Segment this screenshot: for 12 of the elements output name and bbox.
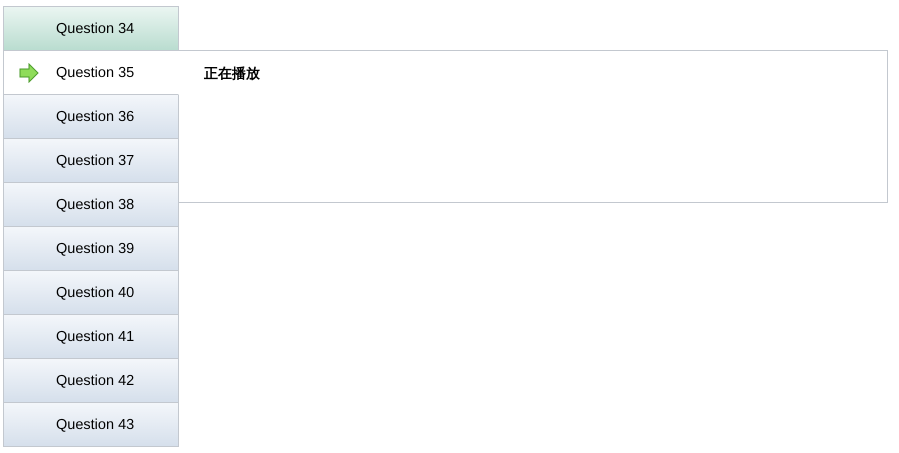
question-tab[interactable]: Question 39 bbox=[3, 227, 179, 271]
status-text: 正在播放 bbox=[204, 65, 260, 81]
question-tab[interactable]: Question 38 bbox=[3, 183, 179, 227]
arrow-icon bbox=[19, 62, 39, 82]
question-tab[interactable]: Question 35 bbox=[3, 51, 179, 95]
question-tab[interactable]: Question 37 bbox=[3, 139, 179, 183]
question-tab[interactable]: Question 34 bbox=[3, 6, 179, 51]
question-tab[interactable]: Question 40 bbox=[3, 271, 179, 315]
question-tab[interactable]: Question 36 bbox=[3, 95, 179, 139]
question-tab[interactable]: Question 41 bbox=[3, 315, 179, 359]
question-tab[interactable]: Question 42 bbox=[3, 359, 179, 403]
question-tab[interactable]: Question 43 bbox=[3, 403, 179, 447]
